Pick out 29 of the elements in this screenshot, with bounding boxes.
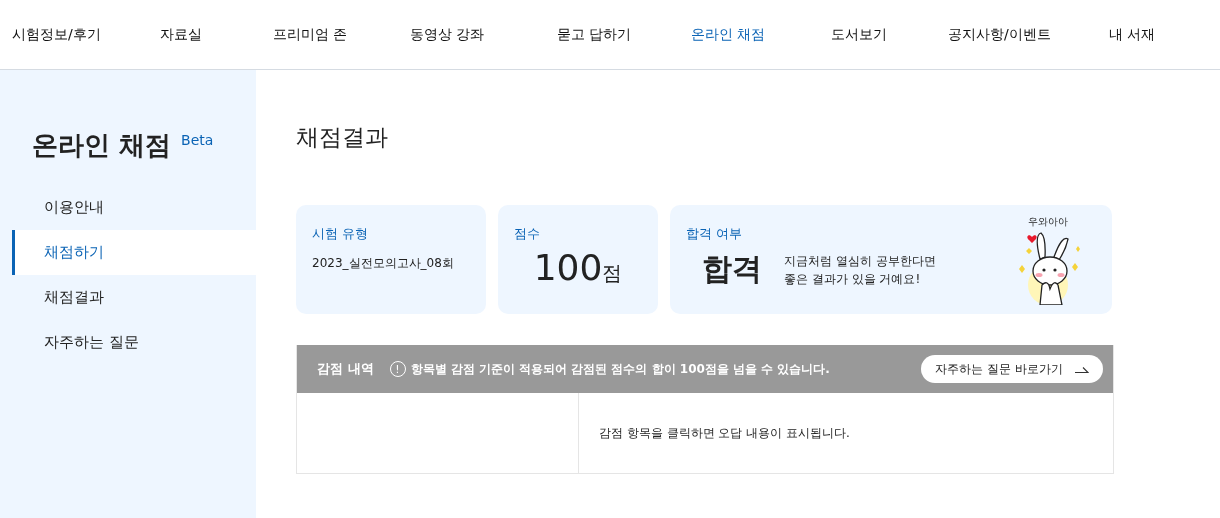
nav-link[interactable]: 프리미엄 존 [273, 25, 410, 44]
sidebar-title: 온라인 채점 [32, 129, 172, 162]
sidebar-item[interactable]: 자주하는 질문 [12, 320, 256, 365]
exam-type-value: 2023_실전모의고사_08회 [312, 255, 455, 272]
nav-link[interactable]: 시험정보/후기 [12, 25, 160, 44]
sidebar-item[interactable]: 채점하기 [12, 230, 256, 275]
empty-detail-message: 감점 항목을 클릭하면 오답 내용이 표시됩니다. [599, 424, 850, 442]
page-title: 채점결과 [296, 123, 389, 152]
deductions-title: 감점 내역 [317, 360, 374, 378]
sidebar-item[interactable]: 채점결과 [12, 275, 256, 320]
score-value: 100 [533, 247, 603, 288]
notice-text: 항목별 감점 기준이 적용되어 감점된 점수의 합이 100점을 넘을 수 있습니다. [410, 360, 831, 378]
card-label: 점수 [514, 225, 541, 243]
score-unit: 점 [602, 261, 623, 285]
sticker-caption: 우와아아 [1028, 215, 1068, 229]
nav-link[interactable]: 자료실 [160, 25, 273, 44]
nav-link[interactable]: 도서보기 [831, 25, 948, 44]
beta-label: Beta [181, 132, 214, 148]
card-label: 시험 유형 [312, 225, 370, 243]
nav-link[interactable]: 온라인 채점 [691, 25, 831, 44]
nav-link[interactable]: 동영상 강좌 [410, 25, 557, 44]
nav-link[interactable]: 내 서재 [1109, 25, 1156, 44]
pass-verdict: 합격 [702, 250, 762, 288]
result-message: 지금처럼 열심히 공부한다면 좋은 결과가 있을 거예요! [784, 252, 936, 288]
sidebar-item[interactable]: 이용안내 [12, 185, 256, 230]
nav-link[interactable]: 공지사항/이벤트 [948, 25, 1109, 44]
card-label: 합격 여부 [686, 225, 744, 243]
faq-link-button[interactable]: 자주하는 질문 바로가기 [921, 355, 1103, 383]
nav-link[interactable]: 묻고 답하기 [557, 25, 691, 44]
